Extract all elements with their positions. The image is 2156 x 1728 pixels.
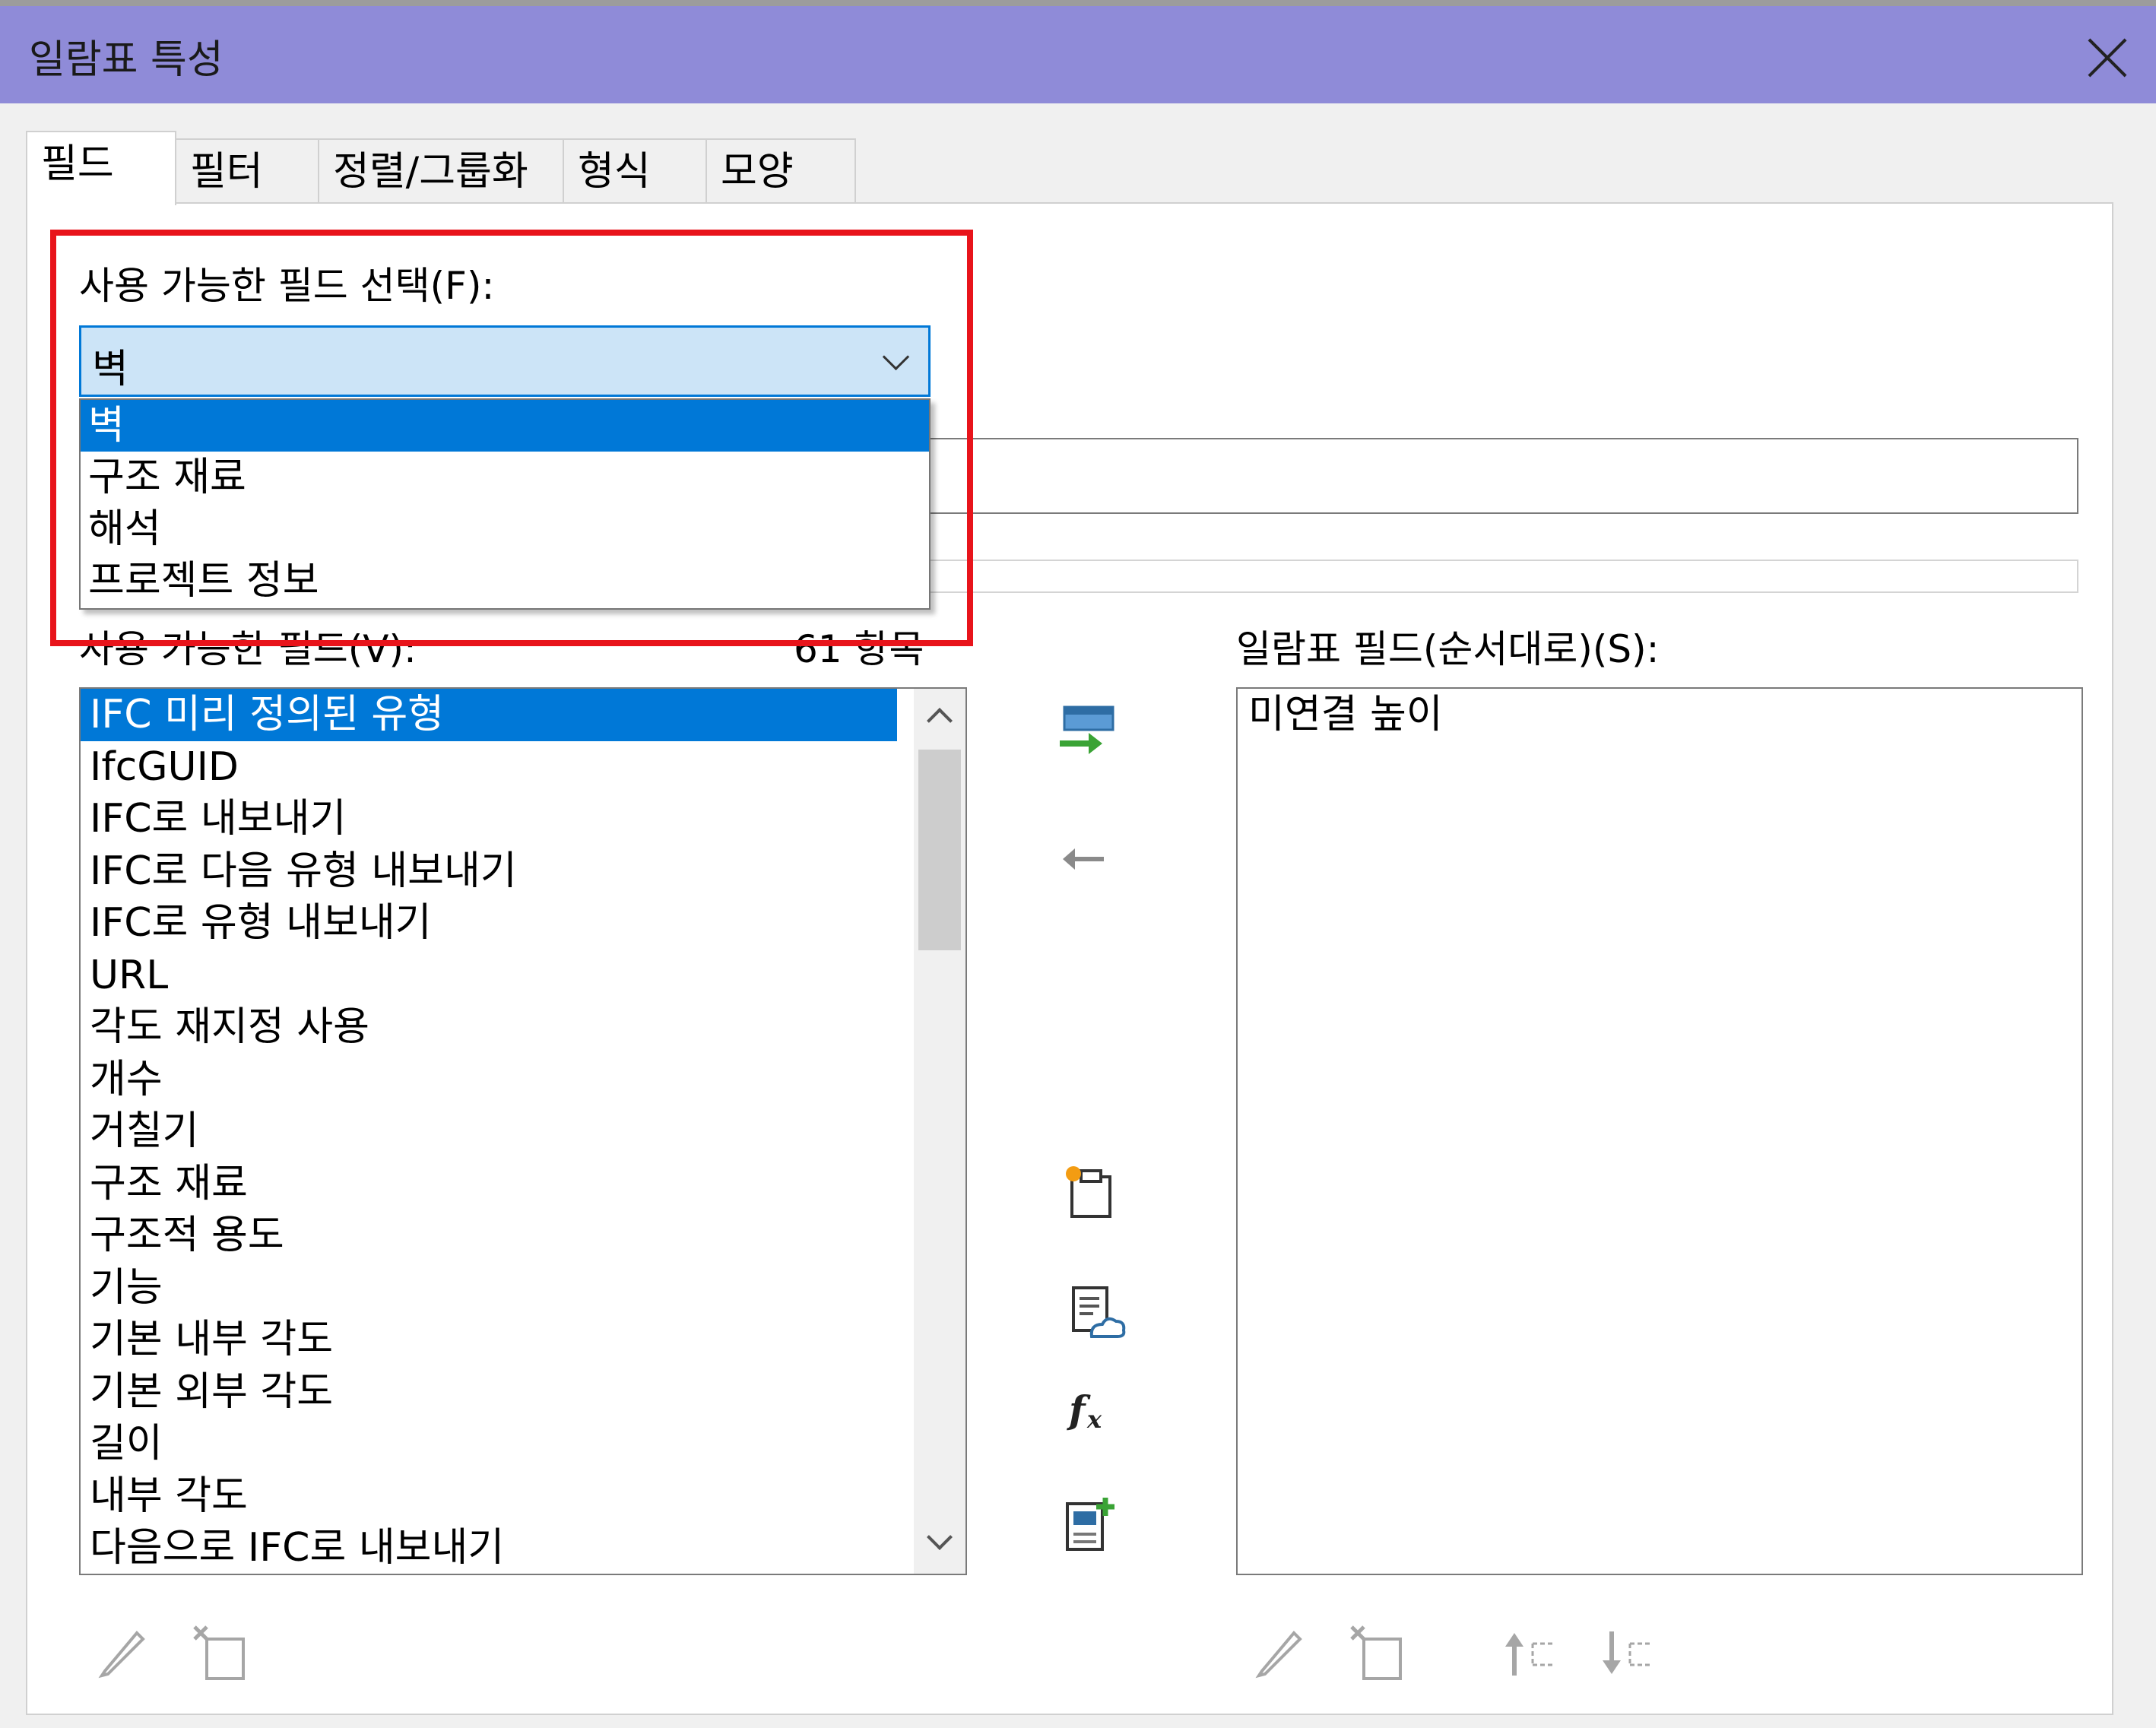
- list-item[interactable]: 기본 외부 각도: [81, 1366, 965, 1419]
- list-item[interactable]: IfcGUID: [81, 741, 965, 794]
- list-item[interactable]: 길이: [81, 1418, 965, 1470]
- list-item[interactable]: 개수: [81, 1054, 965, 1106]
- delete-parameter-icon[interactable]: [1349, 1624, 1406, 1682]
- list-item[interactable]: IFC로 다음 유형 내보내기: [81, 845, 965, 898]
- tab-appearance[interactable]: 모양: [705, 138, 856, 204]
- list-item[interactable]: 기능: [81, 1262, 965, 1314]
- edit-parameter-icon[interactable]: [1253, 1625, 1306, 1679]
- list-item[interactable]: 구조 재료: [81, 1158, 965, 1210]
- list-item[interactable]: 미연결 높이: [1238, 689, 2081, 741]
- schedule-fields-list[interactable]: 미연결 높이: [1236, 687, 2083, 1575]
- list-item[interactable]: 다음으로 IFC로 내보내기: [81, 1522, 965, 1574]
- scrollbar-thumb[interactable]: [918, 750, 961, 950]
- schedule-properties-dialog: 일람표 특성 필드 필터 정렬/그룹화 형식 모양 사용 가능한 필드 선택(F…: [0, 0, 2156, 1728]
- hidden-control-behind-dropdown: [912, 560, 2078, 593]
- calculated-value-icon[interactable]: f x: [1064, 1384, 1118, 1437]
- edit-parameter-icon[interactable]: [96, 1625, 149, 1679]
- list-item[interactable]: 내부 각도: [81, 1470, 965, 1523]
- schedule-fields-label: 일람표 필드(순서대로)(S):: [1236, 627, 1660, 671]
- scroll-up-icon[interactable]: [927, 708, 953, 734]
- list-item[interactable]: IFC로 유형 내보내기: [81, 897, 965, 950]
- scroll-down-icon[interactable]: [927, 1524, 953, 1550]
- delete-parameter-icon[interactable]: [192, 1624, 249, 1682]
- available-fields-list[interactable]: IFC 미리 정의된 유형 IfcGUID IFC로 내보내기 IFC로 다음 …: [79, 687, 967, 1575]
- list-item[interactable]: 각도 재지정 사용: [81, 1001, 965, 1054]
- move-down-icon[interactable]: [1600, 1628, 1657, 1679]
- tab-fields[interactable]: 필드: [26, 131, 176, 205]
- combine-parameters-icon[interactable]: [1063, 1495, 1121, 1552]
- tab-sorting-grouping[interactable]: 정렬/그룹화: [318, 138, 564, 204]
- list-item[interactable]: 거칠기: [81, 1105, 965, 1158]
- list-item[interactable]: 구조적 용도: [81, 1210, 965, 1262]
- hidden-input-behind-dropdown: [912, 438, 2078, 514]
- vertical-scrollbar[interactable]: [914, 689, 965, 1574]
- svg-text:x: x: [1086, 1405, 1102, 1434]
- list-item[interactable]: IFC로 내보내기: [81, 793, 965, 845]
- move-up-icon[interactable]: [1502, 1628, 1560, 1679]
- dialog-title: 일람표 특성: [29, 37, 224, 83]
- remove-field-icon[interactable]: [1060, 842, 1108, 876]
- highlight-annotation-box: [50, 230, 973, 646]
- add-field-icon[interactable]: [1058, 704, 1119, 762]
- shared-parameter-icon[interactable]: [1069, 1285, 1127, 1343]
- list-item[interactable]: IFC 미리 정의된 유형: [81, 689, 897, 741]
- tab-formatting[interactable]: 형식: [563, 138, 707, 204]
- title-bar: 일람표 특성: [0, 0, 2156, 103]
- tab-filter[interactable]: 필터: [175, 138, 319, 204]
- list-item[interactable]: 기본 내부 각도: [81, 1314, 965, 1366]
- list-item[interactable]: URL: [81, 950, 965, 1002]
- close-icon[interactable]: [2086, 36, 2129, 79]
- new-parameter-icon[interactable]: [1063, 1163, 1118, 1219]
